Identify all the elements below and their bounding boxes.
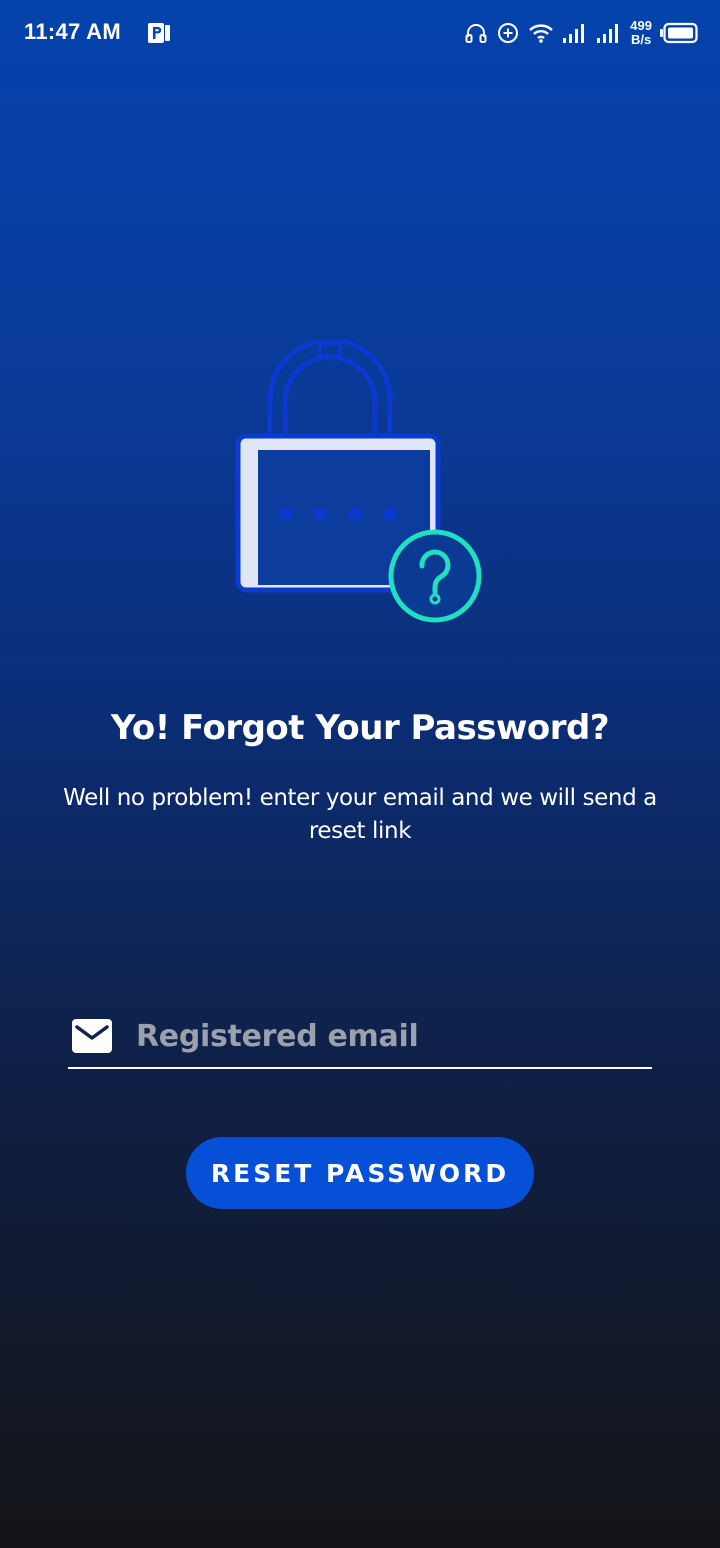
- lock-question-illustration: [235, 340, 482, 623]
- app-p-icon: [148, 23, 170, 43]
- signal-icon: [563, 24, 585, 43]
- status-bar: 11:47 AM 499 B/s: [0, 0, 720, 66]
- headset-icon: [465, 24, 487, 43]
- page-subtitle: Well no problem! enter your email and we…: [63, 785, 657, 844]
- battery-icon: [660, 22, 698, 44]
- net-speed-value: 499: [630, 18, 652, 33]
- signal-icon: [597, 24, 619, 43]
- status-time: 11:47 AM: [24, 19, 121, 44]
- wifi-icon: [529, 24, 554, 43]
- page-title: Yo! Forgot Your Password?: [110, 708, 610, 748]
- status-icons: 499 B/s: [464, 16, 698, 50]
- net-speed: 499 B/s: [630, 19, 652, 47]
- forgot-password-screen: 11:47 AM 499 B/s Yo! Forgot Your Passwor…: [0, 0, 720, 1548]
- net-speed-unit: B/s: [631, 32, 652, 47]
- mail-icon: [72, 1019, 112, 1053]
- data-saver-icon: [498, 23, 519, 43]
- reset-password-button[interactable]: RESET PASSWORD: [186, 1137, 534, 1209]
- email-field[interactable]: [68, 1005, 652, 1069]
- email-input[interactable]: [136, 1008, 652, 1064]
